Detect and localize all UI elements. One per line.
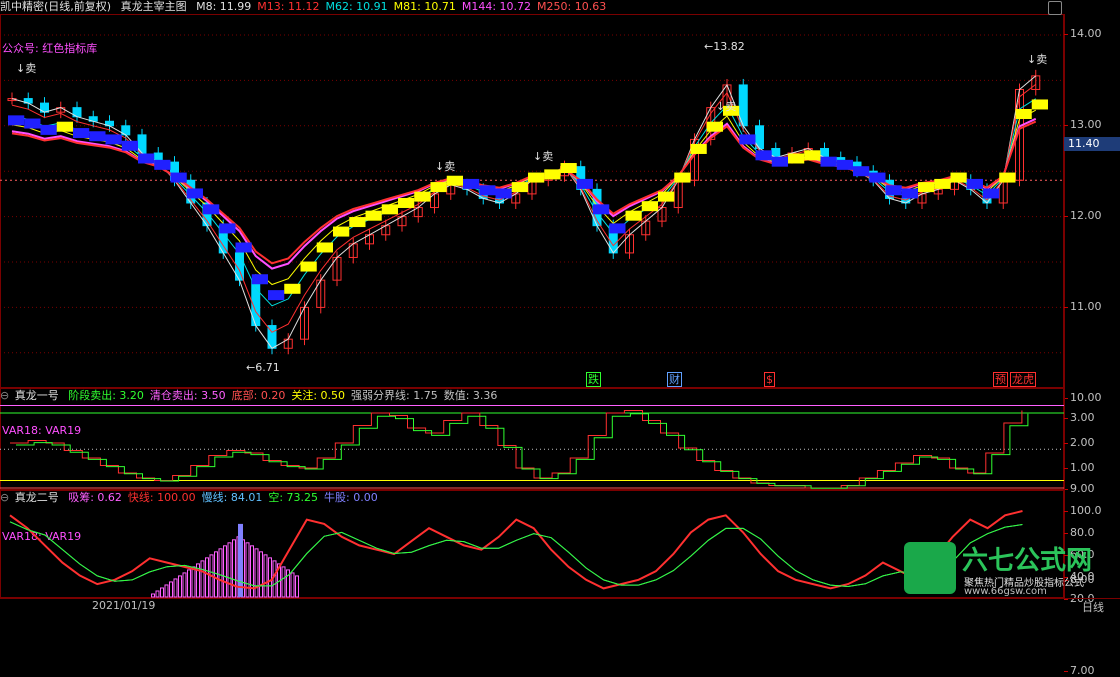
panel2-accumulation-bar	[295, 575, 299, 598]
price-tick-label: 14.00	[1064, 27, 1102, 40]
timeframe-label[interactable]: 日线	[1082, 599, 1104, 615]
panel2-tick-label: 100.0	[1064, 504, 1102, 517]
panel2-accumulation-bar	[160, 587, 164, 598]
panel2-accumulation-bar	[245, 542, 250, 598]
panel2-line	[9, 510, 1023, 590]
time-axis-date: 2021/01/19	[92, 599, 156, 612]
panel1-tick-label: 1.00	[1064, 461, 1095, 474]
panel2-accumulation-bar	[227, 542, 232, 598]
panel2-line	[9, 521, 1023, 588]
price-tick-label: 11.00	[1064, 300, 1102, 313]
panel2-accumulation-bar	[250, 545, 254, 598]
panel2-accumulation-bar	[232, 539, 236, 598]
watermark-brand: 六七公式网	[962, 546, 1093, 576]
panel2-accumulation-bar	[290, 572, 295, 598]
panel2-accumulation-bar	[187, 569, 191, 598]
watermark-logo-icon	[904, 542, 956, 594]
panel2-accumulation-bar	[200, 560, 205, 598]
panel2-accumulation-bar	[169, 581, 173, 598]
panel2-accumulation-bar	[178, 575, 182, 598]
current-price-tag: 11.40	[1064, 137, 1120, 151]
panel2-accumulation-bar	[191, 566, 196, 598]
panel2-accumulation-bar	[268, 557, 272, 598]
panel2-accumulation-bar	[155, 590, 160, 598]
watermark-url: www.66gsw.com	[964, 586, 1047, 597]
panel2-chart[interactable]	[0, 0, 1064, 611]
panel2-accumulation-bar	[281, 566, 286, 598]
time-axis: 2021/01/19 日线	[0, 598, 1120, 615]
panel2-accumulation-bar	[286, 569, 290, 598]
panel2-accumulation-bar	[259, 551, 263, 598]
panel2-accumulation-bar	[151, 593, 155, 598]
price-tick-label: 7.00	[1064, 664, 1095, 677]
price-axis	[1064, 14, 1120, 388]
panel2-accumulation-bar	[223, 545, 227, 598]
panel2-accumulation-bar	[205, 557, 209, 598]
panel2-accumulation-bar	[218, 548, 223, 598]
price-tick-label: 13.00	[1064, 118, 1102, 131]
panel1-tick-label: 2.00	[1064, 436, 1095, 449]
watermark-logo: 六七公式网 聚焦热门精品炒股指标公式 www.66gsw.com	[902, 540, 1120, 598]
panel2-accumulation-bar	[254, 548, 259, 598]
panel2-accumulation-bar	[214, 551, 218, 598]
panel1-tick-label: 3.00	[1064, 411, 1095, 424]
panel2-accumulation-bar	[173, 578, 178, 598]
price-tick-label: 12.00	[1064, 209, 1102, 222]
panel2-accumulation-bar	[164, 584, 169, 598]
panel2-accumulation-bar	[182, 572, 187, 598]
panel2-tick-label: 80.0	[1064, 526, 1095, 539]
panel2-accumulation-bar	[263, 554, 268, 598]
panel2-line	[9, 521, 1023, 588]
